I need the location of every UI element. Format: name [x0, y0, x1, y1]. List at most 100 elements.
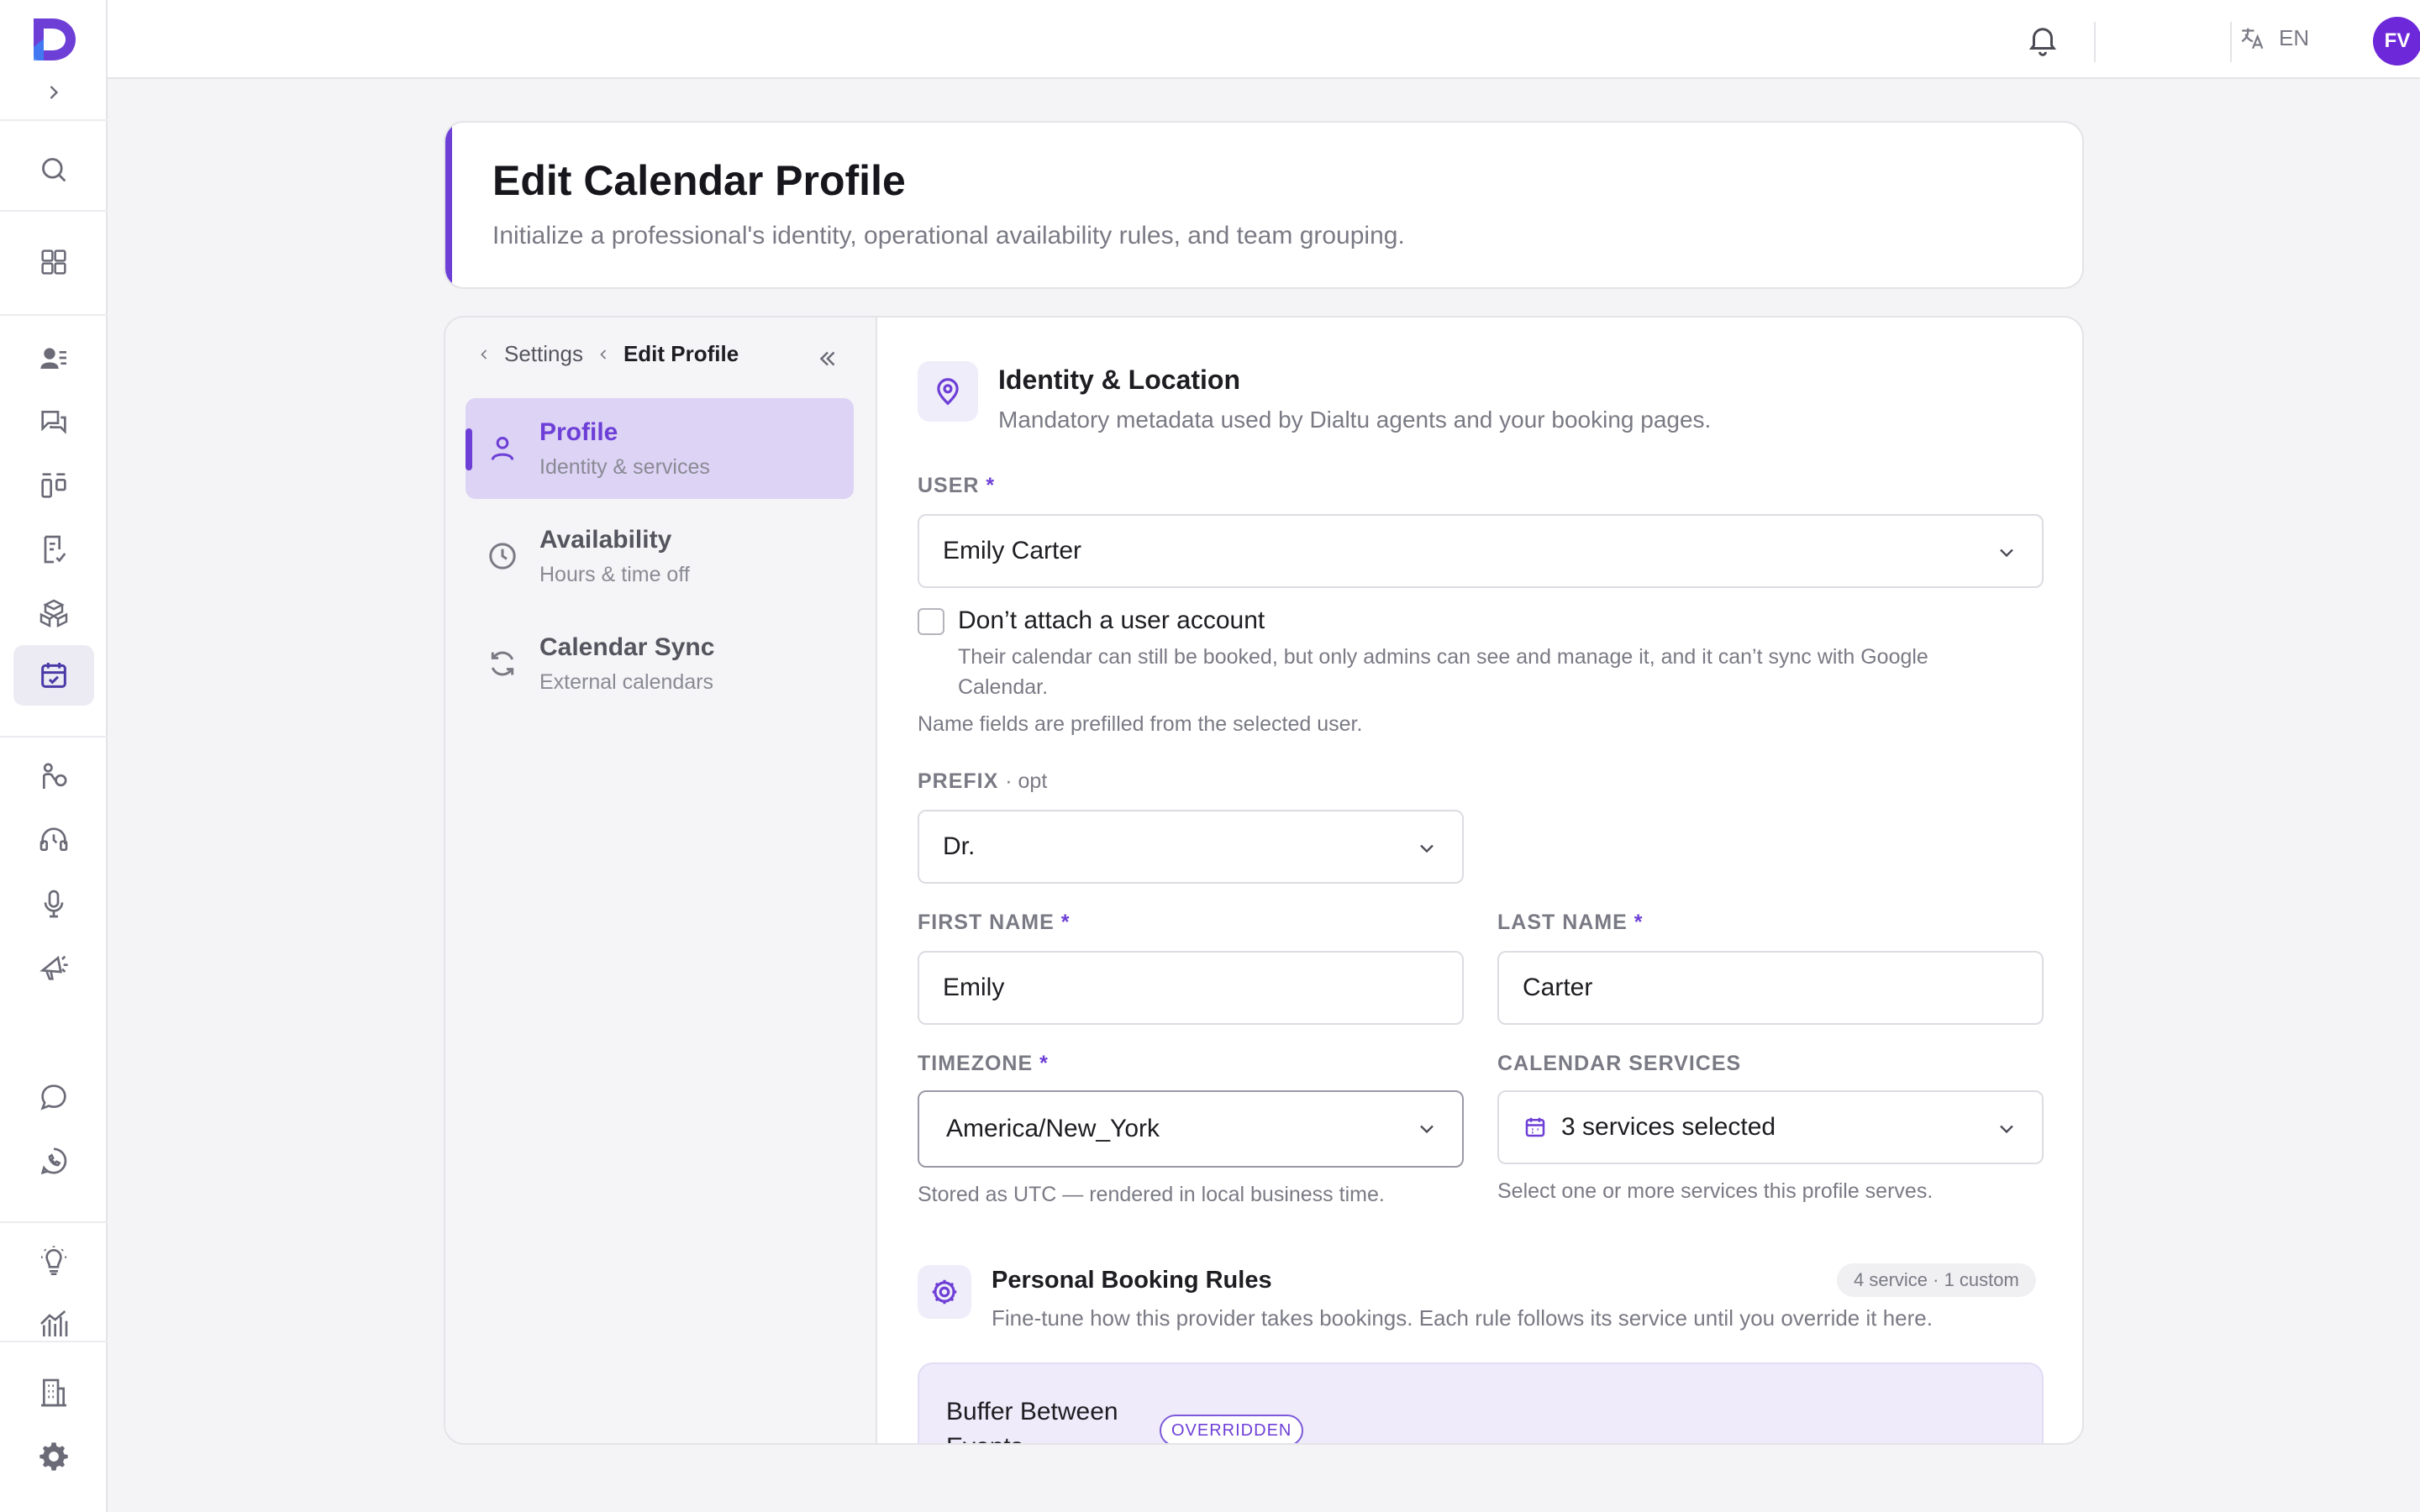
timezone-label: TIMEZONE *: [918, 1052, 1049, 1075]
page-subtitle: Initialize a professional's identity, op…: [492, 222, 1405, 249]
rail-divider: [0, 119, 108, 121]
sidebar-item-title: Profile: [539, 418, 618, 446]
user-select[interactable]: Emily Carter: [918, 514, 2044, 588]
user-select-value: Emily Carter: [943, 537, 1082, 564]
rail-divider: [0, 210, 108, 212]
language-code: EN: [2279, 24, 2310, 50]
breadcrumb-current: Edit Profile: [623, 341, 739, 366]
rail-divider: [0, 1341, 108, 1342]
chat-bubbles-icon[interactable]: [13, 391, 94, 452]
booking-rules-title: Personal Booking Rules: [992, 1267, 1272, 1294]
timezone-select[interactable]: America/New_York: [918, 1090, 1464, 1168]
left-rail: [0, 0, 108, 1512]
gear-icon[interactable]: [13, 1426, 94, 1487]
megaphone-icon[interactable]: [13, 937, 94, 998]
active-indicator: [466, 428, 472, 470]
buffer-rule-card: Buffer Between Events OVERRIDDEN: [918, 1362, 2044, 1445]
last-name-field[interactable]: Carter: [1497, 951, 2044, 1025]
prefix-select[interactable]: Dr.: [918, 810, 1464, 884]
contacts-icon[interactable]: [13, 328, 94, 388]
topbar-divider: [2094, 22, 2096, 62]
rule-unit-toggle[interactable]: [1701, 1443, 2020, 1445]
chevron-down-icon: [1420, 1125, 1434, 1134]
calendar-icon[interactable]: [13, 645, 94, 706]
no-user-account-help: Their calendar can still be booked, but …: [958, 645, 1928, 699]
sidebar-item-calendar-sync[interactable]: Calendar Sync External calendars: [466, 613, 854, 714]
booking-rules-description: Fine-tune how this provider takes bookin…: [992, 1305, 1933, 1331]
calendar-services-select[interactable]: 3 services selected: [1497, 1090, 2044, 1164]
location-pin-icon: [918, 361, 978, 422]
user-icon: [491, 437, 514, 460]
no-user-account-checkbox[interactable]: [918, 608, 944, 635]
breadcrumb-settings[interactable]: Settings: [504, 341, 583, 367]
sync-icon: [491, 651, 514, 676]
prefix-select-value: Dr.: [943, 832, 976, 860]
sidebar-item-title: Calendar Sync: [539, 633, 715, 661]
search-icon[interactable]: [13, 139, 94, 200]
prefill-note: Name fields are prefilled from the selec…: [918, 712, 1363, 736]
sidebar-item-title: Availability: [539, 526, 672, 554]
rule-value-input[interactable]: [1339, 1443, 1499, 1445]
sidebar-item-availability[interactable]: Availability Hours & time off: [466, 506, 854, 606]
language-selector[interactable]: EN: [2238, 24, 2309, 52]
boxes-icon[interactable]: [13, 583, 94, 643]
chevron-down-icon: [2000, 549, 2013, 558]
timezone-select-value: America/New_York: [946, 1115, 1160, 1142]
grid-icon[interactable]: [13, 232, 94, 292]
calendar-icon: [1525, 1117, 1545, 1137]
microphone-icon[interactable]: [13, 874, 94, 934]
settings-sidebar: Settings Edit Profile Profile Identity &…: [445, 318, 877, 1443]
avatar[interactable]: FV: [2373, 17, 2420, 66]
section-description: Mandatory metadata used by Dialtu agents…: [998, 407, 1712, 433]
rule-title: Buffer Between Events: [946, 1398, 1118, 1443]
clock-icon: [489, 543, 516, 570]
breadcrumb: Settings Edit Profile: [476, 341, 739, 367]
lightbulb-icon[interactable]: [13, 1230, 94, 1290]
handshake-icon[interactable]: [13, 746, 94, 806]
page-header-card: Edit Calendar Profile Initialize a profe…: [444, 121, 2084, 289]
top-bar: EN FV: [108, 0, 2420, 79]
sidebar-item-subtitle: Hours & time off: [539, 563, 690, 586]
last-name-label: LAST NAME *: [1497, 911, 1644, 934]
headset-icon[interactable]: [13, 810, 94, 870]
section-title: Identity & Location: [998, 365, 1240, 395]
timezone-help: Stored as UTC — rendered in local busine…: [918, 1183, 1385, 1206]
no-user-account-label[interactable]: Don’t attach a user account: [958, 606, 1265, 635]
calendar-services-label: CALENDAR SERVICES: [1497, 1052, 1742, 1075]
profile-form: Identity & Location Mandatory metadata u…: [877, 318, 2082, 1445]
dialtu-logo[interactable]: [29, 13, 79, 66]
sidebar-item-subtitle: External calendars: [539, 670, 714, 694]
building-icon[interactable]: [13, 1362, 94, 1423]
calendar-services-value: 3 services selected: [1561, 1113, 1776, 1141]
sidebar-item-profile[interactable]: Profile Identity & services: [466, 398, 854, 499]
chevron-left-icon: [481, 349, 487, 360]
translate-icon: [2241, 28, 2264, 50]
bell-icon[interactable]: [2025, 22, 2060, 57]
chevron-down-icon: [2000, 1125, 2013, 1134]
gear-icon: [918, 1265, 971, 1319]
page-title: Edit Calendar Profile: [492, 157, 906, 204]
edit-profile-card: Settings Edit Profile Profile Identity &…: [444, 316, 2084, 1445]
overridden-badge: OVERRIDDEN: [1160, 1415, 1304, 1443]
sidebar-item-subtitle: Identity & services: [539, 455, 710, 479]
prefix-label: PREFIX · opt: [918, 769, 1048, 793]
rail-divider: [0, 314, 108, 316]
last-name-value: Carter: [1523, 974, 1593, 1001]
whatsapp-icon[interactable]: [13, 1131, 94, 1191]
expand-chevron-icon[interactable]: [42, 81, 66, 104]
collapse-sidebar-icon[interactable]: [815, 346, 840, 371]
first-name-field[interactable]: Emily: [918, 951, 1464, 1025]
rail-divider: [0, 736, 108, 738]
chevron-left-icon: [600, 349, 607, 360]
analytics-icon[interactable]: [13, 1294, 94, 1354]
header-accent-bar: [445, 123, 452, 287]
first-name-label: FIRST NAME *: [918, 911, 1071, 934]
chat-icon[interactable]: [13, 1067, 94, 1127]
first-name-value: Emily: [943, 974, 1005, 1001]
chevron-down-icon: [1420, 844, 1434, 853]
user-label: USER *: [918, 474, 996, 497]
kanban-icon[interactable]: [13, 455, 94, 516]
rail-divider: [0, 1221, 108, 1223]
topbar-divider: [2230, 22, 2232, 62]
document-check-icon[interactable]: [13, 519, 94, 580]
